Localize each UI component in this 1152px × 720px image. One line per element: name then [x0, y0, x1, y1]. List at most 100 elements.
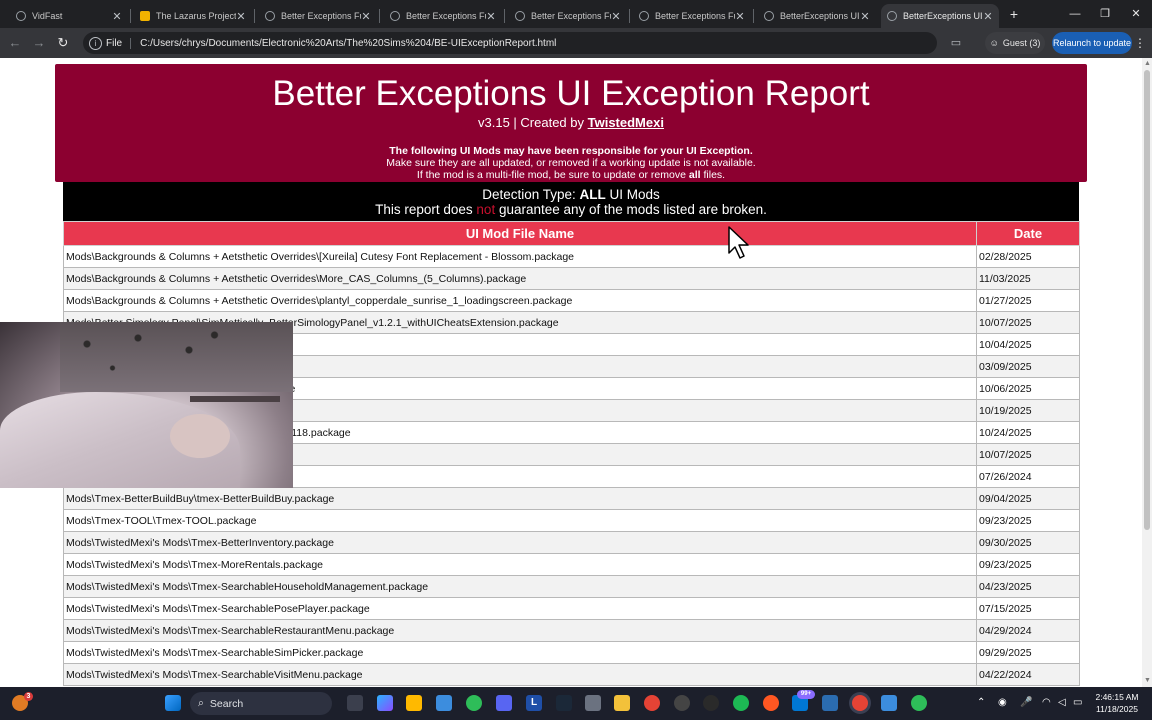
close-tab-icon[interactable]: ✕ — [611, 10, 621, 23]
copilot-icon[interactable] — [377, 695, 393, 711]
chrome-active-icon[interactable] — [852, 695, 868, 711]
chevron-up-icon[interactable]: ⌃ — [977, 696, 985, 710]
wifi-icon[interactable]: ◠ — [1042, 696, 1051, 710]
brave-icon[interactable] — [763, 695, 779, 711]
paint-icon[interactable] — [436, 695, 452, 711]
table-row: Mods\Tmex-BetterBuildBuy\tmex-BetterBuil… — [63, 487, 1080, 510]
profile-button[interactable]: ☺ Guest (3) — [985, 32, 1045, 54]
url-text[interactable]: C:/Users/chrys/Documents/Electronic%20Ar… — [140, 38, 556, 49]
minimize-button[interactable]: — — [1066, 6, 1084, 22]
tab-lazarus-project[interactable]: The Lazarus Project ( ✕ — [134, 4, 252, 28]
spotify-icon[interactable] — [733, 695, 749, 711]
mod-date: 09/29/2025 — [976, 641, 1080, 664]
close-tab-icon[interactable]: ✕ — [860, 10, 870, 23]
tray-app-icon[interactable]: ◉ — [998, 696, 1007, 710]
photos-icon[interactable] — [822, 695, 838, 711]
tab-divider — [254, 9, 255, 23]
info-icon[interactable]: i — [89, 36, 102, 50]
store-icon[interactable] — [406, 695, 422, 711]
search-icon: ⌕ — [198, 697, 204, 709]
restore-button[interactable]: ❐ — [1096, 6, 1114, 22]
close-tab-icon[interactable]: ✕ — [361, 10, 371, 23]
scheme-label: File — [106, 37, 132, 49]
mod-date: 09/23/2025 — [976, 553, 1080, 576]
notification-badge: 3 — [24, 692, 33, 701]
taskbar-search[interactable]: ⌕ Search — [190, 692, 332, 715]
mod-date: 09/23/2025 — [976, 509, 1080, 532]
camera-icon[interactable] — [585, 695, 601, 711]
file-explorer-icon[interactable] — [614, 695, 630, 711]
volume-icon[interactable]: ◁ — [1058, 696, 1066, 710]
steam-icon[interactable] — [556, 695, 572, 711]
mod-file-name: Mods\Backgrounds & Columns + Aetsthetic … — [63, 289, 977, 312]
tab-title: Better Exceptions Ful — [281, 11, 361, 21]
tab-better-exceptions-2[interactable]: Better Exceptions Ful ✕ — [384, 4, 502, 28]
mod-file-name: Mods\TwistedMexi's Mods\Tmex-SearchableS… — [63, 641, 977, 664]
battery-icon[interactable]: ▭ — [1073, 696, 1082, 710]
close-tab-icon[interactable]: ✕ — [735, 10, 745, 23]
obs-icon[interactable] — [703, 695, 719, 711]
tab-divider — [504, 9, 505, 23]
mod-file-name: Mods\TwistedMexi's Mods\Tmex-SearchableR… — [63, 619, 977, 642]
l-app-icon[interactable]: L — [526, 695, 542, 711]
scroll-up-icon[interactable]: ▲ — [1144, 60, 1151, 68]
tab-title: BetterExceptions UI E — [903, 11, 983, 21]
mod-date: 04/22/2024 — [976, 663, 1080, 686]
mod-date: 01/27/2025 — [976, 289, 1080, 312]
close-tab-icon[interactable]: ✕ — [112, 10, 122, 23]
mod-file-name: Mods\Backgrounds & Columns + Aetsthetic … — [63, 267, 977, 290]
scroll-down-icon[interactable]: ▼ — [1144, 677, 1151, 685]
close-tab-icon[interactable]: ✕ — [486, 10, 496, 23]
tab-title: VidFast — [32, 11, 63, 21]
windows-start-icon[interactable] — [165, 695, 181, 711]
tab-title: Better Exceptions Ful — [655, 11, 735, 21]
scrollbar-thumb[interactable] — [1144, 70, 1150, 530]
page-scrollbar[interactable]: ▲ ▼ — [1142, 58, 1152, 687]
detection-banner: Detection Type: ALL UI Mods This report … — [63, 182, 1079, 221]
mouse-cursor-icon — [728, 226, 749, 259]
tab-betterexceptions-ui-1[interactable]: BetterExceptions UI E ✕ — [758, 4, 876, 28]
tab-vidfast[interactable]: VidFast ✕ — [10, 4, 128, 28]
mod-date: 09/30/2025 — [976, 531, 1080, 554]
globe-icon — [390, 11, 400, 21]
mod-file-name: Mods\TwistedMexi's Mods\Tmex-SearchableV… — [63, 663, 977, 686]
system-clock[interactable]: 2:46:15 AM 11/18/2025 — [1093, 691, 1141, 715]
github-icon[interactable] — [674, 695, 690, 711]
tab-better-exceptions-3[interactable]: Better Exceptions Ful ✕ — [509, 4, 627, 28]
close-tab-icon[interactable]: ✕ — [236, 10, 246, 23]
screen-cast-icon[interactable]: ▭ — [948, 35, 964, 51]
table-row: Mods\TwistedMexi's Mods\Tmex-SearchableV… — [63, 663, 1080, 686]
chrome-icon[interactable] — [644, 695, 660, 711]
back-arrow-icon[interactable]: ← — [7, 35, 23, 51]
tab-better-exceptions-1[interactable]: Better Exceptions Ful ✕ — [259, 4, 377, 28]
xbox-icon[interactable] — [466, 695, 482, 711]
paint-2-icon[interactable] — [881, 695, 897, 711]
task-view-icon[interactable] — [347, 695, 363, 711]
relaunch-button[interactable]: Relaunch to update — [1052, 32, 1132, 54]
table-row: Mods\Backgrounds & Columns + Aetsthetic … — [63, 245, 1080, 268]
xbox-2-icon[interactable] — [911, 695, 927, 711]
tab-title: The Lazarus Project ( — [156, 11, 236, 21]
mod-file-name: Mods\Backgrounds & Columns + Aetsthetic … — [63, 245, 977, 268]
page-title: Better Exceptions UI Exception Report — [272, 74, 870, 113]
close-window-button[interactable]: ✕ — [1127, 6, 1145, 22]
microphone-icon[interactable]: 🎤 — [1020, 696, 1032, 710]
reload-icon[interactable]: ↻ — [55, 35, 71, 51]
forward-arrow-icon[interactable]: → — [31, 35, 47, 51]
tab-better-exceptions-4[interactable]: Better Exceptions Ful ✕ — [633, 4, 751, 28]
clock-date: 11/18/2025 — [1096, 704, 1138, 714]
tab-betterexceptions-ui-active[interactable]: BetterExceptions UI E ✕ — [881, 4, 999, 28]
discord-icon[interactable] — [496, 695, 512, 711]
mod-date: 10/04/2025 — [976, 333, 1080, 356]
mod-date: 09/04/2025 — [976, 487, 1080, 510]
version-line: v3.15 | Created by TwistedMexi — [55, 115, 1087, 131]
new-tab-button[interactable]: + — [1006, 6, 1022, 22]
tab-title: Better Exceptions Ful — [406, 11, 486, 21]
mod-date: 07/15/2025 — [976, 597, 1080, 620]
version-text: v3.15 | Created by — [478, 115, 588, 130]
author-link[interactable]: TwistedMexi — [588, 115, 664, 130]
address-bar[interactable]: i File C:/Users/chrys/Documents/Electron… — [83, 32, 937, 54]
kebab-menu-icon[interactable]: ⋮ — [1134, 35, 1146, 51]
globe-icon — [265, 11, 275, 21]
close-tab-icon[interactable]: ✕ — [983, 10, 993, 23]
